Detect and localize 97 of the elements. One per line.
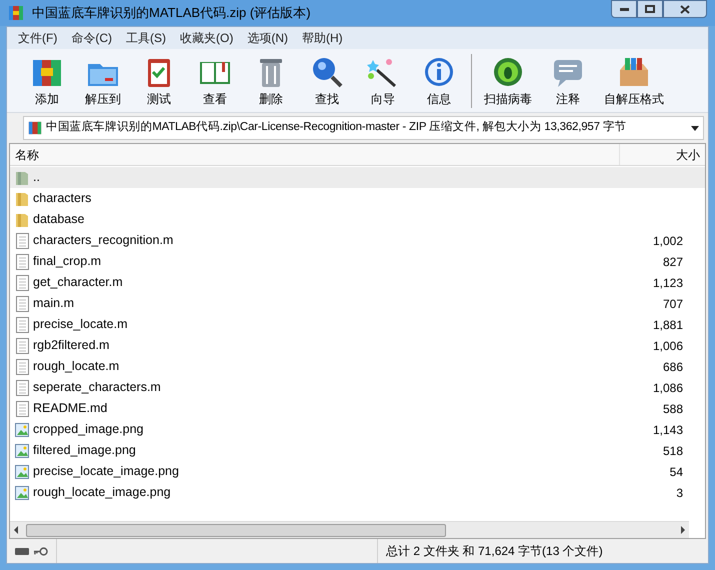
maximize-button[interactable] <box>637 0 663 18</box>
toolbar-button[interactable]: 自解压格式 <box>596 54 672 108</box>
file-row[interactable]: main.m 707 <box>10 293 705 314</box>
file-size: 1,143 <box>652 422 684 438</box>
file-row[interactable]: filtered_image.png 518 <box>10 440 705 461</box>
file-row[interactable]: seperate_characters.m 1,086 <box>10 377 705 398</box>
file-size: 1,002 <box>652 232 684 250</box>
file-name: precise_locate.m <box>32 316 128 334</box>
document-icon <box>16 232 28 248</box>
file-row[interactable]: .. <box>10 167 705 188</box>
file-row[interactable]: database <box>10 209 705 230</box>
toolbar-button[interactable]: 扫描病毒 <box>476 54 540 108</box>
file-size: 3 <box>675 484 684 502</box>
file-size: 827 <box>662 254 684 270</box>
file-name: characters <box>32 190 92 208</box>
file-row[interactable]: final_crop.m 827 <box>10 251 705 272</box>
image-file-icon <box>15 464 29 478</box>
toolbar-button[interactable]: 查找 <box>299 54 355 108</box>
file-size: 686 <box>662 358 684 376</box>
file-row[interactable]: precise_locate.m 1,881 <box>10 314 705 335</box>
document-icon <box>16 296 28 312</box>
file-name: rough_locate.m <box>32 358 120 376</box>
document-icon <box>16 380 28 396</box>
toolbar-button[interactable]: 解压到 <box>75 54 131 108</box>
menu-item[interactable]: 命令(C) <box>64 29 119 47</box>
toolbar-button[interactable]: 向导 <box>355 54 411 108</box>
file-name: final_crop.m <box>32 253 102 270</box>
minimize-icon <box>620 8 628 10</box>
toolbar-button[interactable]: 信息 <box>411 54 467 108</box>
file-size: 1,881 <box>652 316 684 334</box>
document-icon <box>16 274 28 290</box>
toolbar-button[interactable]: 查看 <box>187 54 243 108</box>
image-file-icon <box>15 422 29 436</box>
address-bar[interactable]: 中国蓝底车牌识别的MATLAB代码.zip\Car-License-Recognition-master - ZIP 压缩文件, 解包大小为 13,362,957 字节 <box>23 116 704 140</box>
folder-icon <box>15 212 29 228</box>
drive-icon <box>15 548 29 554</box>
menu-item[interactable]: 工具(S) <box>119 29 173 47</box>
file-row[interactable]: rough_locate_image.png 3 <box>10 482 705 503</box>
file-name: main.m <box>32 295 75 312</box>
toolbar-button[interactable]: 注释 <box>540 54 596 108</box>
menu-item[interactable]: 选项(N) <box>240 29 295 47</box>
menu-item[interactable]: 帮助(H) <box>295 29 350 47</box>
file-name: characters_recognition.m <box>32 232 174 250</box>
close-button[interactable] <box>663 0 707 18</box>
file-name: get_character.m <box>32 274 124 292</box>
toolbar-button[interactable]: 添加 <box>19 54 75 108</box>
address-path: 中国蓝底车牌识别的MATLAB代码.zip\Car-License-Recognition-master - ZIP 压缩文件, 解包大小为 13,362,957 字节 <box>46 119 628 136</box>
file-name: .. <box>32 169 41 186</box>
key-icon <box>32 546 48 556</box>
document-icon <box>16 254 28 270</box>
toolbar-button[interactable]: 删除 <box>243 54 299 108</box>
document-icon <box>16 358 28 374</box>
folder-icon <box>15 190 29 206</box>
scroll-thumb[interactable] <box>26 524 446 536</box>
maximize-icon <box>645 5 655 13</box>
file-size: 707 <box>662 296 684 312</box>
document-icon <box>16 316 28 332</box>
file-row[interactable]: rgb2filtered.m 1,006 <box>10 335 705 356</box>
file-size: 1,086 <box>652 380 684 396</box>
file-row[interactable]: get_character.m 1,123 <box>10 272 705 293</box>
file-row[interactable]: precise_locate_image.png 54 <box>10 461 705 482</box>
file-name: rough_locate_image.png <box>32 484 172 502</box>
horizontal-scrollbar[interactable] <box>10 521 689 538</box>
column-header[interactable]: 大小 <box>619 144 705 165</box>
column-header[interactable]: 名称 <box>10 144 619 165</box>
file-row[interactable]: README.md 588 <box>10 398 705 419</box>
toolbar-button[interactable]: 测试 <box>131 54 187 108</box>
status-text: 总计 2 文件夹 和 71,624 字节(13 个文件) <box>385 543 604 560</box>
menu-item[interactable]: 收藏夹(O) <box>173 29 240 47</box>
window-title: 中国蓝底车牌识别的MATLAB代码.zip (评估版本) <box>32 4 312 22</box>
archive-icon <box>8 5 24 21</box>
file-size: 1,006 <box>652 338 684 354</box>
archive-icon <box>28 121 42 135</box>
file-size: 588 <box>662 400 684 418</box>
file-name: precise_locate_image.png <box>32 463 180 480</box>
folder-icon <box>15 170 29 186</box>
file-name: filtered_image.png <box>32 442 137 460</box>
file-name: database <box>32 211 86 228</box>
file-size: 54 <box>668 464 684 480</box>
file-row[interactable]: cropped_image.png 1,143 <box>10 419 705 440</box>
document-icon <box>16 400 28 416</box>
minimize-button[interactable] <box>611 0 637 18</box>
file-name: rgb2filtered.m <box>32 337 110 354</box>
image-file-icon <box>15 444 29 458</box>
file-row[interactable]: rough_locate.m 686 <box>10 356 705 377</box>
file-size: 1,123 <box>652 274 684 292</box>
file-name: seperate_characters.m <box>32 379 162 396</box>
file-name: cropped_image.png <box>32 421 144 438</box>
close-icon <box>680 4 690 14</box>
file-size: 518 <box>662 442 684 460</box>
file-row[interactable]: characters_recognition.m 1,002 <box>10 230 705 251</box>
file-row[interactable]: characters <box>10 188 705 209</box>
document-icon <box>16 338 28 354</box>
menu-item[interactable]: 文件(F) <box>11 29 64 47</box>
dropdown-arrow-icon[interactable] <box>691 126 699 130</box>
image-file-icon <box>15 486 29 500</box>
file-name: README.md <box>32 400 108 418</box>
